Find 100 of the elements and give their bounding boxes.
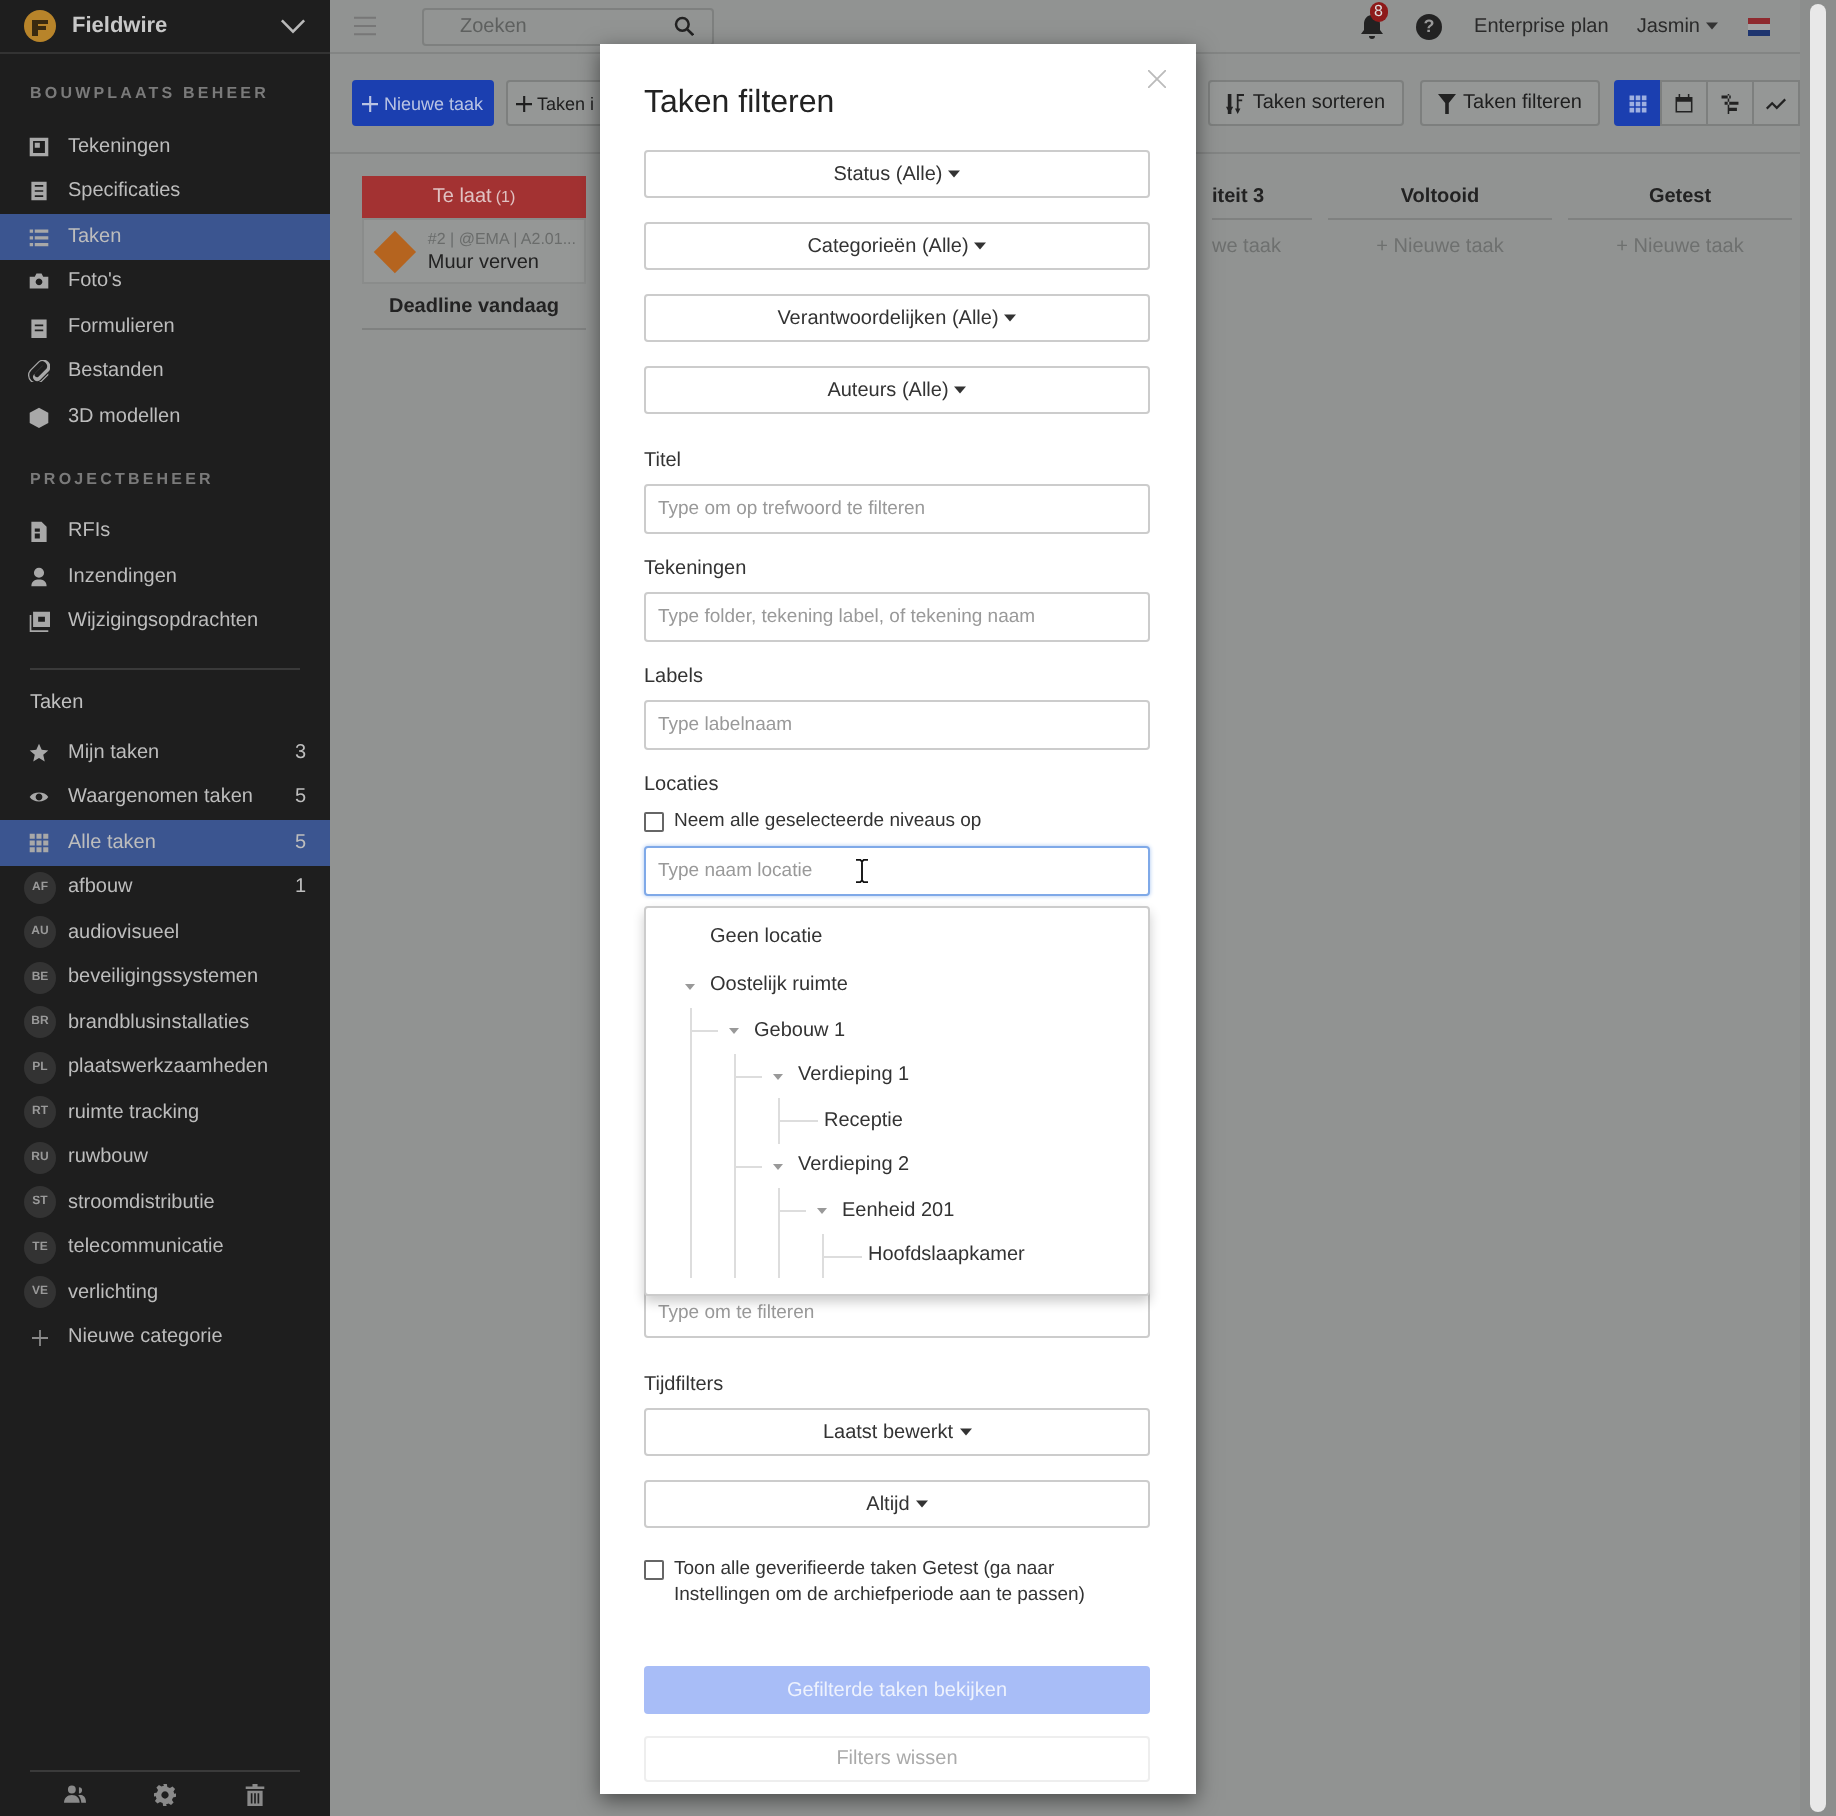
filter-dropdown[interactable]: Auteurs (Alle) [644,366,1150,414]
include-levels-checkbox[interactable]: Neem alle geselecteerde niveaus op [644,808,1150,834]
nav-item[interactable]: Tekeningen [0,124,330,169]
field-label: Locaties [644,774,721,798]
bars-icon [1720,93,1740,113]
text-cursor-icon [856,858,868,884]
input-field[interactable]: Type folder, tekening label, of tekening naam [644,592,1150,642]
clipboard-icon [28,315,50,338]
nav-item[interactable]: RFIs [0,509,330,554]
filter-dropdown[interactable]: Verantwoordelijken (Alle) [644,294,1150,342]
paperclip-icon [28,360,50,383]
column-header: Voltooid [1400,186,1480,208]
scrollbar[interactable] [1810,4,1826,1812]
time-filter-dropdown[interactable]: Laatst bewerkt [644,1408,1150,1456]
sort-icon [1226,93,1245,113]
person-icon [28,565,50,588]
caret-icon [974,242,987,250]
nav-item[interactable]: Bestanden [0,349,330,394]
section-heading: Taken [28,692,86,718]
nav-item[interactable]: Specificaties [0,169,330,214]
nav-item[interactable]: Foto's [0,259,330,304]
nav-item[interactable]: Formulieren [0,304,330,349]
toolbar-button[interactable]: Taken i [505,80,605,126]
plan-link[interactable]: Enterprise plan [1474,15,1609,37]
user-menu[interactable]: Jasmin [1636,15,1718,37]
help-icon[interactable]: ? [1416,13,1443,39]
line-chart-view-button[interactable] [1752,80,1800,126]
sort-button[interactable]: Taken sorteren [1208,80,1404,126]
add-category-link[interactable]: Nieuwe categorie [0,1315,330,1360]
calendar-view-button[interactable] [1660,80,1708,126]
caret-icon [1004,314,1017,322]
calendar-icon [1674,93,1694,113]
filter-button[interactable]: Taken filteren [1419,80,1600,126]
tree-node[interactable]: Hoofdslaapkamer [646,1233,1148,1278]
tree-node[interactable]: Geen locatie [646,914,1148,959]
cube-icon [28,405,50,428]
field-label: Labels [644,666,705,690]
nav-item[interactable]: Taken [0,214,330,259]
grid-icon [1628,93,1648,113]
location-input-field[interactable]: Type naam locatie [644,846,1150,896]
section-heading: BOUWPLAATS BEHEER [28,82,271,106]
list-icon [28,225,50,248]
nav-item[interactable]: Mijn taken 3 [0,730,330,775]
task-title: Muur verven [427,251,541,275]
caret-icon [948,170,961,178]
nav-item[interactable]: Inzendingen [0,554,330,599]
file-icon [28,520,50,543]
caret-icon [954,386,967,394]
tree-node[interactable]: Verdieping 2 [646,1143,1148,1188]
bars-view-button[interactable] [1706,80,1754,126]
filter-dropdown[interactable]: Categorieën (Alle) [644,222,1150,270]
column-header: Getest [1648,186,1712,208]
sheet-icon [28,135,50,158]
field-label: Titel [644,450,684,474]
input-field[interactable]: Type om op trefwoord te filteren [644,484,1150,534]
stack-icon [28,610,50,633]
search-icon[interactable] [674,15,694,35]
settings-icon[interactable] [154,1783,176,1805]
flag-icon[interactable] [1748,17,1770,35]
trash-icon[interactable] [244,1783,266,1805]
column-header: Te laat (1) [362,176,586,218]
plus-icon [515,95,532,111]
filter-dropdown[interactable]: Status (Alle) [644,150,1150,198]
time-filter-dropdown[interactable]: Altijd [644,1480,1150,1528]
plus-icon [32,1329,48,1346]
filter-icon [1437,93,1456,113]
input-field[interactable]: Type labelnaam [644,700,1150,750]
group-heading: Deadline vandaag [362,284,586,330]
nav-item[interactable]: Waargenomen taken 5 [0,775,330,820]
field-label: Tekeningen [644,558,749,582]
nav-item[interactable]: 3D modellen [0,394,330,439]
tree-node[interactable]: Oostelijk ruimte [646,963,1148,1008]
caret-icon [1706,22,1718,30]
logo-icon [24,10,56,42]
tree-node[interactable]: Receptie [646,1098,1148,1143]
grid-view-button[interactable] [1614,80,1662,126]
dialog-title: Taken filteren [644,88,837,120]
app-name: Fieldwire [72,14,170,38]
grid-icon [28,831,50,854]
users-icon[interactable] [64,1783,86,1805]
section-heading: PROJECTBEHEER [28,467,216,491]
plus-icon [362,95,378,111]
new-task-button[interactable]: Nieuwe taak [352,80,494,126]
status-diamond-icon [372,227,418,275]
nav-item[interactable]: Wijzigingsopdrachten [0,599,330,644]
caret-icon [915,1500,928,1508]
camera-icon [28,270,50,293]
caret-icon [959,1428,972,1436]
field-label: Tijdfilters [644,1374,726,1398]
nav-item[interactable]: Alle taken 5 [0,820,330,865]
tree-node[interactable]: Eenheid 201 [646,1188,1148,1233]
chevron-down-icon[interactable] [280,18,306,34]
star-icon [28,741,50,764]
column-header: iteit 3 [1212,186,1265,208]
document-icon [28,180,50,203]
tree-node[interactable]: Verdieping 1 [646,1053,1148,1098]
tree-node[interactable]: Gebouw 1 [646,1008,1148,1053]
line-chart-icon [1766,93,1786,113]
archive-checkbox[interactable]: Toon alle geverifieerde taken Getest (ga naar Instellingen om de archiefperiode aan te passen) [644,1556,1150,1608]
notification-badge: 8 [1370,1,1387,21]
